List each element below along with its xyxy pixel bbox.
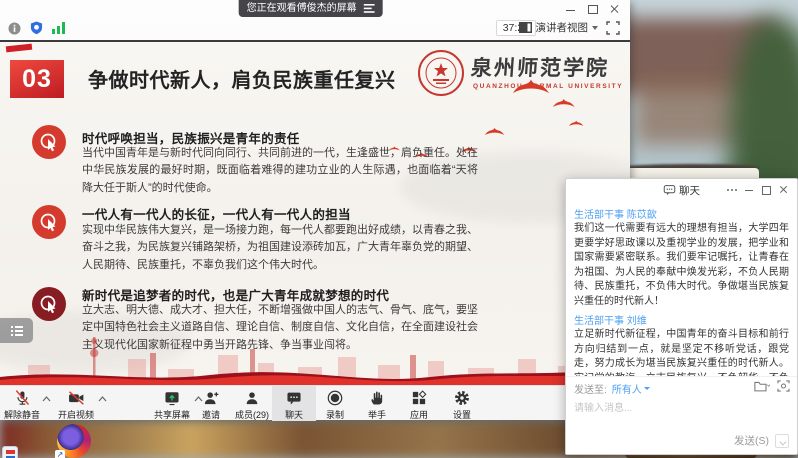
members-label: 成员(29) [235,408,269,421]
start-video-label: 开启视频 [58,408,94,421]
send-to-label: 发送至: [574,381,607,396]
raise-hand-icon [367,389,387,407]
invite-button[interactable]: 邀请 [189,386,233,421]
section-body: 当代中国青年是与新时代同向同行、共同前进的一代，生逢盛世，肩负重任。处在中华民族… [82,145,478,197]
chat-more-button[interactable] [727,185,739,195]
message-group: 生活部干事 陈苡歆 我们这一代需要有远大的理想有担当，大学四年更要学好思政课以及… [574,206,789,309]
click-icon [32,287,66,321]
banner-list-icon[interactable] [364,4,375,13]
window-minimize-button[interactable] [564,4,578,14]
apps-button[interactable]: 应用 [397,386,441,421]
network-signal-icon[interactable] [52,22,65,34]
window-maximize-button[interactable] [586,4,600,14]
chat-footer: 发送至: 所有人 发送(S) [566,376,797,454]
chat-title: 聊天 [679,183,700,198]
members-icon [242,389,262,407]
raise-hand-label: 举手 [368,408,386,421]
message-text: 我们这一代需要有远大的理想有担当，大学四年更要学好思政课以及重视学业的发展，把学… [574,222,789,309]
security-shield-icon[interactable] [30,21,43,35]
settings-label: 设置 [453,408,471,421]
chevron-down-icon [644,387,650,390]
invite-label: 邀请 [202,408,220,421]
file-attach-icon[interactable] [754,380,770,392]
mic-options-chevron[interactable] [42,396,51,402]
message-text: 立足新时代新征程，中国青年的奋斗目标和前行方向归结到一点，就是坚定不移听党话，跟… [574,328,789,376]
record-icon [325,389,345,407]
watching-banner-text: 您正在观看傅俊杰的屏幕 [247,0,357,17]
meeting-controlbar: 37:21 演讲者视图 [0,17,630,42]
mic-off-icon [12,389,32,407]
city-skyline-decoration [0,325,630,385]
info-icon[interactable] [8,22,21,35]
chat-message-input[interactable] [570,397,795,427]
send-options-chevron[interactable] [775,434,789,448]
raise-hand-button[interactable]: 举手 [355,386,399,421]
chat-label: 聊天 [285,408,303,421]
send-to-selector[interactable]: 所有人 [612,381,650,396]
meeting-toolbar: 解除静音 开启视频 [0,385,630,420]
shared-screen-slide: 03 争做时代新人，肩负民族重任复兴 泉州师范学院 QUANZHOU NORMA… [0,42,630,385]
apps-label: 应用 [410,408,428,421]
shortcut-arrow-icon: ↗ [55,450,65,458]
send-button[interactable]: 发送(S) [734,433,769,448]
gear-icon [452,389,472,407]
fullscreen-icon[interactable] [606,21,620,35]
chat-title-bubble-icon [663,185,675,196]
record-button[interactable]: 录制 [313,386,357,421]
settings-button[interactable]: 设置 [440,386,484,421]
click-icon [32,205,66,239]
chat-button[interactable]: 聊天 [272,386,316,421]
chevron-down-icon [592,26,598,30]
video-options-chevron[interactable] [98,396,107,402]
share-screen-label: 共享屏幕 [154,408,190,421]
section-heading: 一代人有一代人的长征，一代人有一代人的担当 [82,204,351,223]
chat-bubble-icon [284,389,304,407]
slide-title: 争做时代新人，肩负民族重任复兴 [88,64,396,93]
members-button[interactable]: 成员(29) [230,386,274,421]
list-icon [11,326,23,336]
camera-off-icon [66,389,86,407]
slide-corner-accent [6,44,32,53]
message-group: 生活部干事 刘维 立足新时代新征程，中国青年的奋斗目标和前行方向归结到一点，就是… [574,312,789,376]
watching-banner: 您正在观看傅俊杰的屏幕 [239,0,383,17]
chat-maximize-button[interactable] [761,185,773,195]
start-video-button[interactable]: 开启视频 [54,386,98,421]
message-sender[interactable]: 生活部干事 刘维 [574,312,789,327]
slide-panel-toggle[interactable] [0,318,33,343]
view-mode-button[interactable]: 演讲者视图 [519,20,599,35]
desktop-screen: ↗ Firefox 您正在观看傅俊杰的屏幕 [0,0,798,458]
view-mode-label: 演讲者视图 [536,20,589,35]
click-icon [32,125,66,159]
unmute-label: 解除静音 [4,408,40,421]
message-sender[interactable]: 生活部干事 陈苡歆 [574,206,789,221]
chat-message-list[interactable]: 生活部干事 陈苡歆 我们这一代需要有远大的理想有担当，大学四年更要学好思政课以及… [566,201,797,376]
layout-icon [519,22,532,33]
firefox-desktop-icon[interactable]: ↗ Firefox [57,424,91,458]
slide-number-badge: 03 [10,60,64,98]
chat-minimize-button[interactable] [744,185,756,195]
meeting-titlebar: 您正在观看傅俊杰的屏幕 [0,0,630,17]
invite-person-icon [201,389,221,407]
section-body: 实现中华民族伟大复兴，是一场接力跑，每一代人都要跑出好成绩，以青春之我、奋斗之我… [82,222,478,274]
screenshot-icon[interactable] [777,380,790,392]
window-close-button[interactable] [608,4,622,14]
chat-close-button[interactable] [778,185,790,195]
desktop-icon-partial[interactable] [2,446,18,458]
record-label: 录制 [326,408,344,421]
share-screen-icon [162,389,182,407]
unmute-button[interactable]: 解除静音 [0,386,44,421]
send-to-value: 所有人 [612,381,642,396]
chat-window: 聊天 生活部干事 陈苡歆 我们这一代需要有远大的理想有担当，大学四年更要学好思政… [565,178,798,455]
chat-header[interactable]: 聊天 [566,179,797,201]
share-screen-button[interactable]: 共享屏幕 [150,386,194,421]
apps-grid-icon [409,389,429,407]
meeting-window: 您正在观看傅俊杰的屏幕 [0,0,630,420]
